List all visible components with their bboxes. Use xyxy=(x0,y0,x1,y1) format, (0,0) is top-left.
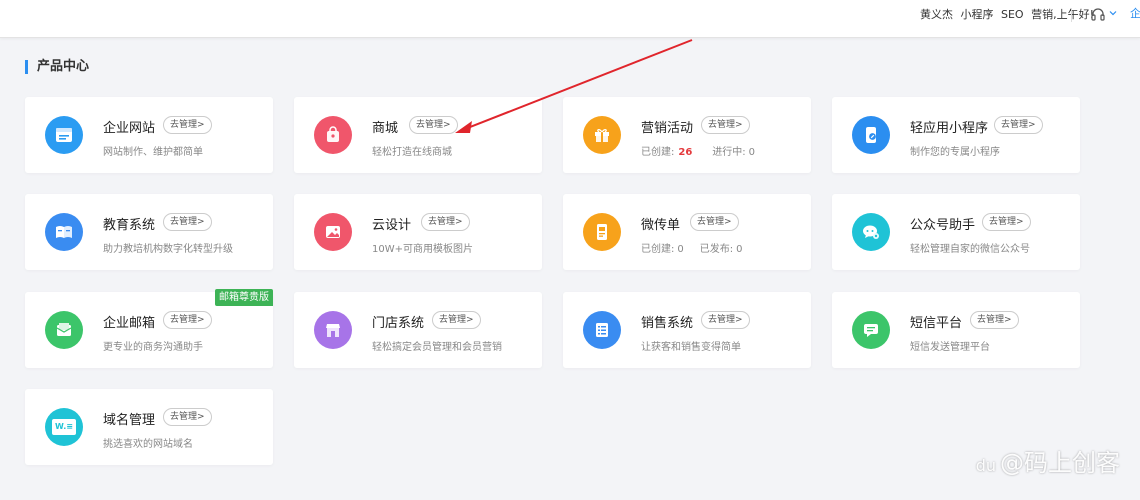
product-desc: 制作您的专属小程序 xyxy=(910,147,1000,158)
headset-icon[interactable] xyxy=(1090,7,1106,23)
store-icon xyxy=(314,311,352,349)
product-card-website[interactable]: 企业网站 去管理> 网站制作、维护都简单 xyxy=(25,97,273,173)
seo-link[interactable]: SEO xyxy=(1001,8,1024,21)
shopping-bag-icon xyxy=(314,116,352,154)
product-card-sales[interactable]: 销售系统 去管理> 让获客和销售变得简单 xyxy=(563,292,811,368)
product-desc: 10W+可商用模板图片 xyxy=(372,244,473,255)
section-title: 产品中心 xyxy=(25,60,89,74)
product-title: 企业网站 xyxy=(103,121,156,136)
manage-button[interactable]: 去管理> xyxy=(690,213,739,231)
product-desc: 助力教培机构数字化转型升级 xyxy=(103,244,233,255)
paw-logo-icon: du xyxy=(975,456,996,475)
product-card-flyer[interactable]: 微传单 去管理> 已创建: 0 已发布: 0 xyxy=(563,194,811,270)
product-desc: 更专业的商务沟通助手 xyxy=(103,342,203,353)
product-desc: 轻松打造在线商城 xyxy=(372,147,452,158)
manage-button[interactable]: 去管理> xyxy=(701,311,750,329)
product-title: 销售系统 xyxy=(641,316,694,331)
product-desc: 挑选喜欢的网站域名 xyxy=(103,439,193,450)
mini-program-icon xyxy=(852,116,890,154)
product-card-sms[interactable]: 短信平台 去管理> 短信发送管理平台 xyxy=(832,292,1080,368)
image-icon xyxy=(314,213,352,251)
manage-button[interactable]: 去管理> xyxy=(163,311,212,329)
product-card-education[interactable]: 教育系统 去管理> 助力教培机构数字化转型升级 xyxy=(25,194,273,270)
top-bar: 黄义杰 小程序 SEO 营销,上午好! 企 xyxy=(0,0,1140,38)
product-title: 企业邮箱 xyxy=(103,316,156,331)
product-card-email[interactable]: 邮箱尊贵版 企业邮箱 去管理> 更专业的商务沟通助手 xyxy=(25,289,273,368)
product-title: 营销活动 xyxy=(641,121,694,136)
greeting-text: 营销,上午好! xyxy=(1031,8,1094,21)
mail-icon xyxy=(45,311,83,349)
manage-button[interactable]: 去管理> xyxy=(982,213,1031,231)
product-desc: 轻松管理自家的微信公众号 xyxy=(910,244,1030,255)
product-card-wechat-assistant[interactable]: 公众号助手 去管理> 轻松管理自家的微信公众号 xyxy=(832,194,1080,270)
published-label: 已发布: xyxy=(699,244,734,255)
website-icon xyxy=(45,116,83,154)
product-card-mini-app[interactable]: 轻应用小程序 去管理> 制作您的专属小程序 xyxy=(832,97,1080,173)
list-icon xyxy=(583,311,621,349)
watermark-text: @码上创客 xyxy=(1000,449,1120,477)
product-card-mall[interactable]: 商城 去管理> 轻松打造在线商城 xyxy=(294,97,542,173)
manage-button[interactable]: 去管理> xyxy=(994,116,1043,134)
active-label: 进行中: xyxy=(712,147,746,158)
chevron-down-icon[interactable] xyxy=(1108,8,1118,18)
wechat-icon xyxy=(852,213,890,251)
manage-button[interactable]: 去管理> xyxy=(432,311,481,329)
product-card-domain[interactable]: W.≡ 域名管理 去管理> 挑选喜欢的网站域名 xyxy=(25,389,273,465)
truncated-link[interactable]: 企 xyxy=(1130,5,1140,21)
manage-button[interactable]: 去管理> xyxy=(970,311,1019,329)
manage-button[interactable]: 去管理> xyxy=(421,213,470,231)
domain-icon: W.≡ xyxy=(45,408,83,446)
created-label: 已创建: xyxy=(641,244,675,255)
user-name[interactable]: 黄义杰 xyxy=(920,8,953,21)
created-label: 已创建: xyxy=(641,147,675,158)
product-title: 商城 xyxy=(372,121,399,136)
manage-button[interactable]: 去管理> xyxy=(163,408,212,426)
product-title: 微传单 xyxy=(641,218,681,233)
user-info: 黄义杰 小程序 SEO 营销,上午好! xyxy=(916,0,1094,30)
product-card-store[interactable]: 门店系统 去管理> 轻松搞定会员管理和会员营销 xyxy=(294,292,542,368)
product-title: 云设计 xyxy=(372,218,412,233)
product-title: 公众号助手 xyxy=(910,218,976,233)
product-desc: 短信发送管理平台 xyxy=(910,342,990,353)
published-count: 0 xyxy=(736,244,743,255)
book-icon xyxy=(45,213,83,251)
product-desc: 轻松搞定会员管理和会员营销 xyxy=(372,342,502,353)
product-desc: 网站制作、维护都简单 xyxy=(103,147,203,158)
product-stats: 已创建: 26 进行中: 0 xyxy=(641,143,755,158)
active-count: 0 xyxy=(748,147,756,158)
mini-program-link[interactable]: 小程序 xyxy=(961,8,994,21)
product-title: 轻应用小程序 xyxy=(910,121,989,136)
manage-button[interactable]: 去管理> xyxy=(163,116,212,134)
manage-button[interactable]: 去管理> xyxy=(163,213,212,231)
premium-badge: 邮箱尊贵版 xyxy=(215,289,273,306)
product-title: 教育系统 xyxy=(103,218,156,233)
product-stats: 已创建: 0 已发布: 0 xyxy=(641,240,743,255)
created-count: 26 xyxy=(678,147,693,158)
sms-icon xyxy=(852,311,890,349)
product-desc: 让获客和销售变得简单 xyxy=(641,342,741,353)
watermark: du @码上创客 xyxy=(976,443,1120,478)
domain-icon-label: W.≡ xyxy=(52,419,76,435)
product-title: 域名管理 xyxy=(103,413,156,428)
manage-button[interactable]: 去管理> xyxy=(409,116,458,134)
divider xyxy=(1071,8,1072,22)
product-card-cloud-design[interactable]: 云设计 去管理> 10W+可商用模板图片 xyxy=(294,194,542,270)
product-title: 短信平台 xyxy=(910,316,963,331)
product-card-marketing[interactable]: 营销活动 去管理> 已创建: 26 进行中: 0 xyxy=(563,97,811,173)
product-title: 门店系统 xyxy=(372,316,425,331)
created-count: 0 xyxy=(677,244,684,255)
manage-button[interactable]: 去管理> xyxy=(701,116,750,134)
gift-icon xyxy=(583,116,621,154)
flyer-icon xyxy=(583,213,621,251)
